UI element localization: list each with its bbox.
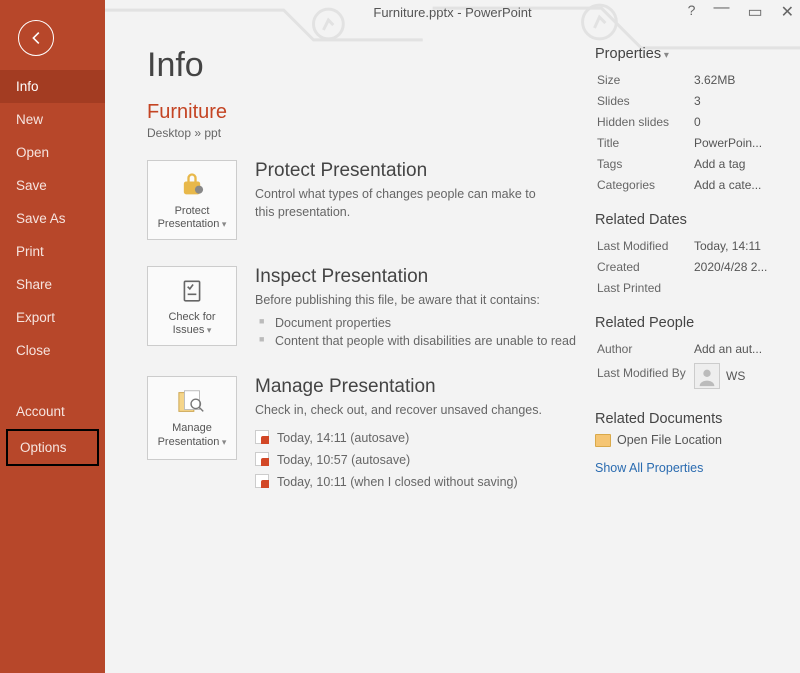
minimize-button[interactable]: — (713, 0, 729, 19)
list-item: Document properties (255, 314, 585, 332)
sidebar-item-open[interactable]: Open (0, 136, 105, 169)
sidebar-item-info[interactable]: Info (0, 70, 105, 103)
related-documents-heading: Related Documents (595, 411, 786, 427)
lock-icon (178, 169, 206, 201)
documents-icon (177, 386, 207, 418)
inspect-list: Document propertiesContent that people w… (255, 314, 585, 350)
avatar: WS (694, 363, 745, 389)
powerpoint-icon (255, 430, 269, 444)
add-tag-link[interactable]: Add a tag (694, 154, 784, 173)
check-for-issues-button[interactable]: Check forIssues (147, 266, 237, 346)
sidebar-item-save-as[interactable]: Save As (0, 202, 105, 235)
manage-desc: Check in, check out, and recover unsaved… (255, 402, 555, 420)
properties-table: Size3.62MB Slides3 Hidden slides0 TitleP… (595, 68, 786, 196)
version-item[interactable]: Today, 14:11 (autosave) (255, 427, 585, 449)
checklist-icon (179, 275, 205, 307)
manage-heading: Manage Presentation (255, 376, 585, 398)
backstage-sidebar: InfoNewOpenSaveSave AsPrintShareExportCl… (0, 0, 105, 673)
help-button[interactable]: ? (688, 2, 696, 22)
version-item[interactable]: Today, 10:11 (when I closed without savi… (255, 471, 585, 493)
sidebar-item-export[interactable]: Export (0, 301, 105, 334)
page-title: Info (147, 46, 585, 85)
sidebar-item-share[interactable]: Share (0, 268, 105, 301)
sidebar-item-close[interactable]: Close (0, 334, 105, 367)
list-item: Content that people with disabilities ar… (255, 332, 585, 350)
related-dates-heading: Related Dates (595, 212, 786, 228)
folder-icon (595, 434, 611, 447)
version-item[interactable]: Today, 10:57 (autosave) (255, 449, 585, 471)
protect-desc: Control what types of changes people can… (255, 186, 555, 221)
back-button[interactable] (18, 20, 54, 56)
show-all-properties-link[interactable]: Show All Properties (595, 461, 703, 475)
powerpoint-icon (255, 474, 269, 488)
protect-heading: Protect Presentation (255, 160, 585, 182)
sidebar-item-print[interactable]: Print (0, 235, 105, 268)
title-bar: Furniture.pptx - PowerPoint ? — ▭ ✕ (105, 0, 800, 30)
document-title: Furniture (147, 101, 585, 124)
open-file-location-link[interactable]: Open File Location (595, 433, 786, 447)
sidebar-item-account[interactable]: Account (0, 395, 105, 428)
window-title: Furniture.pptx - PowerPoint (373, 5, 531, 20)
powerpoint-icon (255, 452, 269, 466)
manage-presentation-button[interactable]: ManagePresentation (147, 376, 237, 460)
add-category-link[interactable]: Add a cate... (694, 175, 784, 194)
breadcrumb: Desktop » ppt (147, 126, 585, 140)
protect-presentation-button[interactable]: ProtectPresentation (147, 160, 237, 240)
properties-heading[interactable]: Properties (595, 46, 786, 62)
restore-button[interactable]: ▭ (747, 2, 762, 22)
related-people-heading: Related People (595, 315, 786, 331)
sidebar-item-new[interactable]: New (0, 103, 105, 136)
sidebar-item-save[interactable]: Save (0, 169, 105, 202)
sidebar-item-options[interactable]: Options (6, 429, 99, 466)
add-author-link[interactable]: Add an aut... (694, 339, 784, 358)
inspect-heading: Inspect Presentation (255, 266, 585, 288)
version-list: Today, 14:11 (autosave)Today, 10:57 (aut… (255, 427, 585, 493)
arrow-left-icon (27, 29, 45, 47)
inspect-desc: Before publishing this file, be aware th… (255, 292, 555, 310)
close-window-button[interactable]: ✕ (781, 2, 794, 22)
